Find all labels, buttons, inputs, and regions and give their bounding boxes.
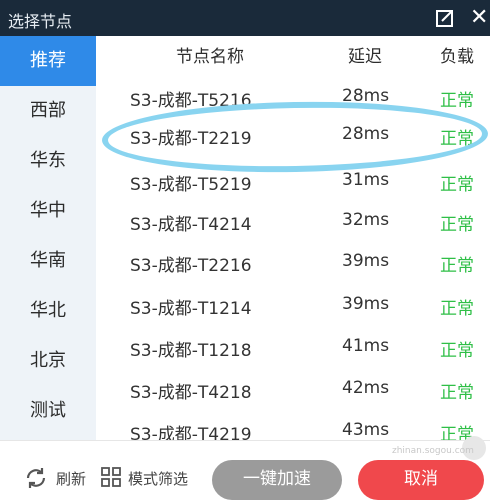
- sidebar-item-label: 推荐: [30, 50, 66, 71]
- sidebar-item-east[interactable]: 华东: [0, 136, 96, 186]
- refresh-label[interactable]: 刷新: [56, 468, 86, 489]
- node-load: 正常: [440, 341, 474, 361]
- node-name: S3-成都-T1214: [130, 299, 252, 319]
- node-load: 正常: [440, 175, 474, 195]
- sidebar-item-north[interactable]: 华北: [0, 286, 96, 336]
- table-row[interactable]: S3-成都-T1218 41ms 正常: [96, 328, 490, 368]
- cancel-button[interactable]: 取消: [358, 460, 484, 500]
- window-title: 选择节点: [8, 12, 73, 31]
- sidebar-item-test[interactable]: 测试: [0, 386, 96, 436]
- node-name: S3-成都-T5219: [130, 175, 252, 195]
- node-latency: 42ms: [342, 378, 390, 398]
- node-load: 正常: [440, 299, 474, 319]
- node-load: 正常: [440, 91, 474, 111]
- sidebar-item-central[interactable]: 华中: [0, 186, 96, 236]
- sidebar-item-label: 华北: [30, 300, 66, 321]
- edit-icon[interactable]: [434, 7, 456, 29]
- mode-filter-label[interactable]: 模式筛选: [128, 468, 188, 489]
- header-load[interactable]: 负载: [440, 42, 474, 67]
- title-bar: 选择节点 ✕: [0, 0, 490, 36]
- sidebar-item-recommended[interactable]: 推荐: [0, 36, 96, 86]
- sidebar-item-label: 华南: [30, 250, 66, 271]
- refresh-icon[interactable]: [24, 466, 48, 490]
- header-latency[interactable]: 延迟: [348, 42, 382, 67]
- sidebar-item-south[interactable]: 华南: [0, 236, 96, 286]
- table-row[interactable]: S3-成都-T4218 42ms 正常: [96, 370, 490, 410]
- node-name: S3-成都-T2216: [130, 256, 252, 276]
- node-latency: 41ms: [342, 336, 390, 356]
- sidebar-item-label: 测试: [30, 400, 66, 421]
- node-name: S3-成都-T4218: [130, 383, 252, 403]
- region-sidebar: 推荐 西部 华东 华中 华南 华北 北京 测试: [0, 36, 96, 440]
- table-row[interactable]: S3-成都-T2216 39ms 正常: [96, 243, 490, 283]
- node-latency: 39ms: [342, 294, 390, 314]
- sidebar-item-label: 华东: [30, 150, 66, 171]
- node-load: 正常: [440, 383, 474, 403]
- node-latency: 31ms: [342, 170, 390, 190]
- sidebar-item-label: 华中: [30, 200, 66, 221]
- sidebar-item-beijing[interactable]: 北京: [0, 336, 96, 386]
- table-row[interactable]: S3-成都-T1214 39ms 正常: [96, 286, 490, 326]
- sidebar-item-west[interactable]: 西部: [0, 86, 96, 136]
- close-icon[interactable]: ✕: [470, 2, 490, 34]
- watermark-text: zhinan.sogou.com: [392, 446, 474, 456]
- sidebar-item-label: 北京: [30, 350, 66, 371]
- node-name: S3-成都-T4214: [130, 215, 252, 235]
- one-click-accelerate-button[interactable]: 一键加速: [212, 460, 342, 500]
- node-latency: 32ms: [342, 210, 390, 230]
- table-row[interactable]: S3-成都-T4214 32ms 正常: [96, 202, 490, 242]
- node-load: 正常: [440, 215, 474, 235]
- node-name: S3-成都-T1218: [130, 341, 252, 361]
- node-latency: 43ms: [342, 420, 390, 440]
- node-latency: 39ms: [342, 251, 390, 271]
- node-load: 正常: [440, 256, 474, 276]
- grid-filter-icon[interactable]: [100, 466, 122, 488]
- header-node-name[interactable]: 节点名称: [176, 42, 244, 67]
- sidebar-item-label: 西部: [30, 100, 66, 121]
